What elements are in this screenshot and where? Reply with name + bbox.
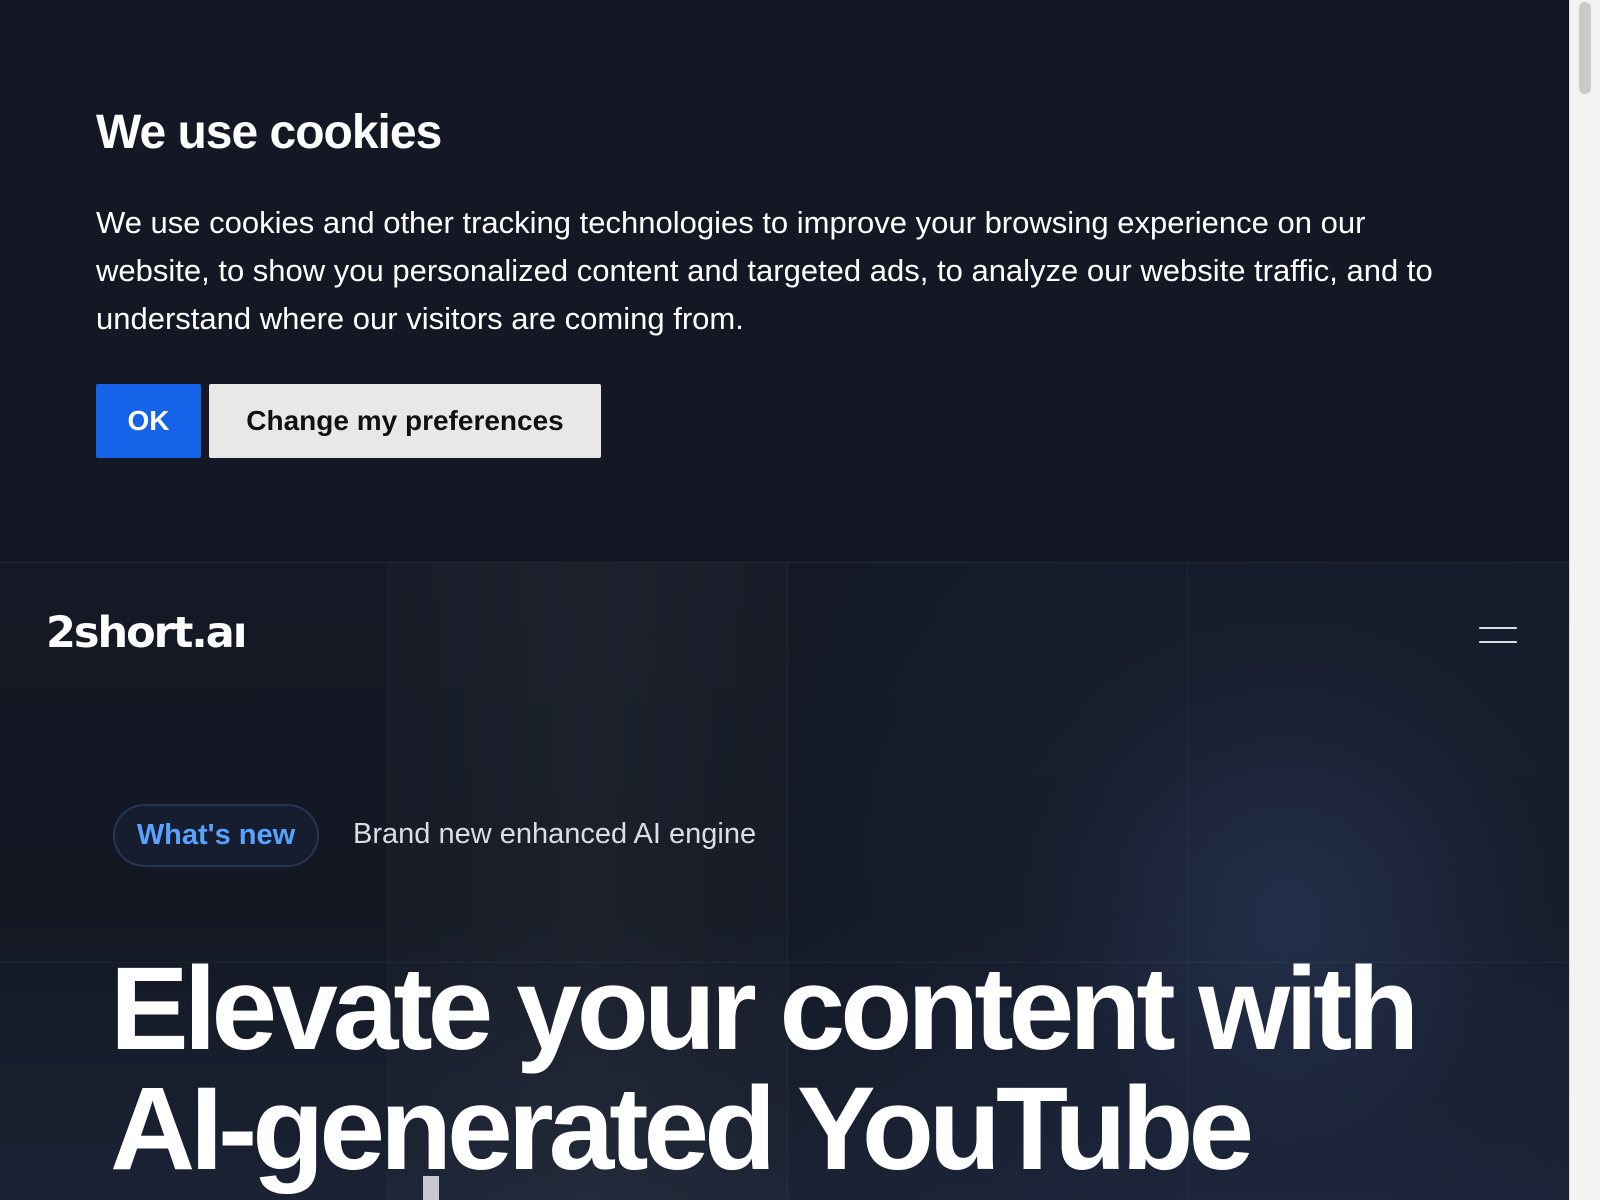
- menu-icon-bottom-line: [1479, 641, 1517, 643]
- browser-viewport: We use cookies We use cookies and other …: [0, 0, 1600, 1200]
- cookie-banner: We use cookies We use cookies and other …: [0, 0, 1569, 563]
- menu-icon[interactable]: [1479, 623, 1517, 647]
- change-preferences-button[interactable]: Change my preferences: [209, 384, 601, 458]
- announcement-text: Brand new enhanced AI engine: [353, 818, 757, 850]
- site-logo[interactable]: 2short.aı: [46, 608, 248, 658]
- cookie-banner-message: We use cookies and other tracking techno…: [96, 205, 1433, 336]
- hero-section: 2short.aı What's new Brand new enhanced …: [0, 563, 1569, 1200]
- menu-icon-top-line: [1479, 627, 1517, 629]
- vertical-scrollbar[interactable]: [1569, 0, 1600, 1200]
- whats-new-badge[interactable]: What's new: [113, 804, 319, 867]
- ok-button[interactable]: OK: [96, 384, 201, 458]
- cookie-banner-title: We use cookies: [96, 106, 442, 159]
- text-cursor-icon: [423, 1176, 439, 1200]
- hero-headline: Elevate your content with AI-generated Y…: [110, 943, 1419, 1195]
- scrollbar-thumb[interactable]: [1579, 2, 1591, 94]
